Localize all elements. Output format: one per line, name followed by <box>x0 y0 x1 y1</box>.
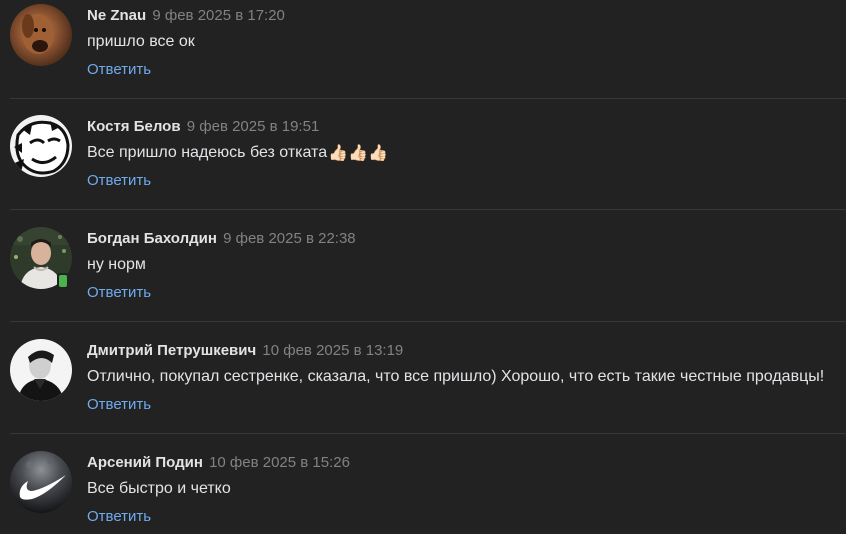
online-mobile-icon <box>57 273 69 289</box>
comment-item: Дмитрий Петрушкевич 10 фев 2025 в 13:19 … <box>0 335 846 446</box>
comment-header: Богдан Бахолдин 9 фев 2025 в 22:38 <box>87 230 356 248</box>
comment-date[interactable]: 10 фев 2025 в 13:19 <box>262 342 403 359</box>
author-name[interactable]: Арсений Подин <box>87 454 203 471</box>
comment-header: Костя Белов 9 фев 2025 в 19:51 <box>87 118 319 136</box>
divider <box>10 433 846 434</box>
comment-text: Отлично, покупал сестренке, сказала, что… <box>87 367 824 387</box>
comment-header: Арсений Подин 10 фев 2025 в 15:26 <box>87 454 350 472</box>
author-name[interactable]: Ne Znau <box>87 7 146 24</box>
comment-text: пришло все ок <box>87 32 195 52</box>
comment-item: Костя Белов 9 фев 2025 в 19:51 Все пришл… <box>0 111 846 222</box>
avatar[interactable] <box>10 451 72 513</box>
comments-list: Ne Znau 9 фев 2025 в 17:20 пришло все ок… <box>0 0 846 534</box>
comment-text-content: пришло все ок <box>87 33 195 50</box>
comment-text: Все быстро и четко <box>87 479 231 499</box>
avatar[interactable] <box>10 339 72 401</box>
avatar[interactable] <box>10 4 72 66</box>
reply-button[interactable]: Ответить <box>87 61 151 79</box>
comment-text-content: ну норм <box>87 256 146 273</box>
avatar[interactable] <box>10 115 72 177</box>
comment-header: Ne Znau 9 фев 2025 в 17:20 <box>87 7 285 25</box>
author-name[interactable]: Костя Белов <box>87 118 181 135</box>
dog-avatar-icon <box>10 4 72 66</box>
thumbs-up-emoji: 👍🏻👍🏻👍🏻 <box>328 145 388 162</box>
comment-text-content: Все пришло надеюсь без отката <box>87 144 328 161</box>
comment-text-content: Отлично, покупал сестренке, сказала, что… <box>87 368 825 385</box>
comment-text-content: Все быстро и четко <box>87 480 231 497</box>
comment-date[interactable]: 9 фев 2025 в 19:51 <box>187 118 320 135</box>
comment-header: Дмитрий Петрушкевич 10 фев 2025 в 13:19 <box>87 342 403 360</box>
author-name[interactable]: Дмитрий Петрушкевич <box>87 342 256 359</box>
bw-portrait-avatar-icon <box>10 339 72 401</box>
comment-item: Ne Znau 9 фев 2025 в 17:20 пришло все ок… <box>0 0 846 111</box>
reply-button[interactable]: Ответить <box>87 396 151 414</box>
comment-date[interactable]: 9 фев 2025 в 17:20 <box>152 7 285 24</box>
reply-button[interactable]: Ответить <box>87 508 151 526</box>
comment-date[interactable]: 10 фев 2025 в 15:26 <box>209 454 350 471</box>
comment-text: ну норм <box>87 255 146 275</box>
reply-button[interactable]: Ответить <box>87 284 151 302</box>
divider <box>10 209 846 210</box>
swoosh-logo-avatar-icon <box>10 451 72 513</box>
comment-item: Арсений Подин 10 фев 2025 в 15:26 Все бы… <box>0 447 846 534</box>
reply-button[interactable]: Ответить <box>87 172 151 190</box>
divider <box>10 98 846 99</box>
cartoon-face-avatar-icon <box>10 115 72 177</box>
author-name[interactable]: Богдан Бахолдин <box>87 230 217 247</box>
divider <box>10 321 846 322</box>
comment-date[interactable]: 9 фев 2025 в 22:38 <box>223 230 356 247</box>
comment-text: Все пришло надеюсь без отката👍🏻👍🏻👍🏻 <box>87 143 388 163</box>
comment-item: Богдан Бахолдин 9 фев 2025 в 22:38 ну но… <box>0 223 846 334</box>
